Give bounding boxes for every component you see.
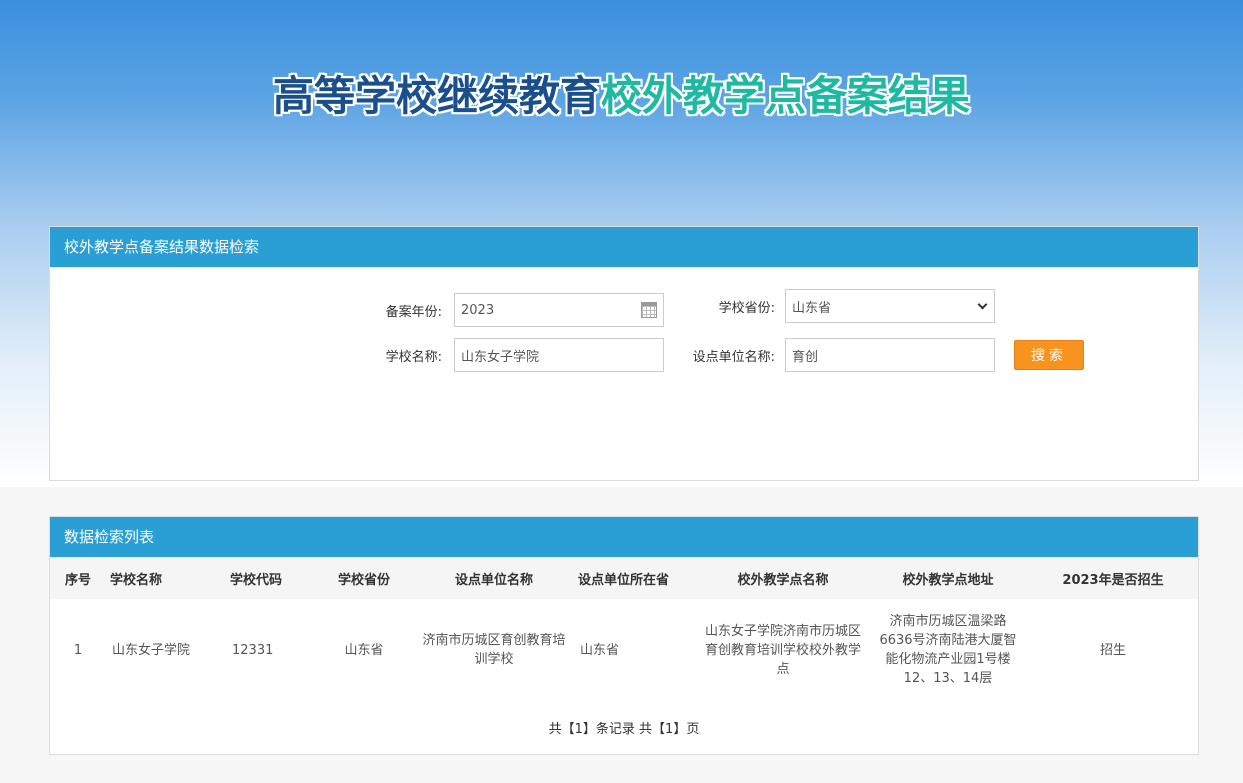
search-panel-title: 校外教学点备案结果数据检索	[50, 227, 1198, 267]
cell-school-code: 12331	[232, 642, 274, 658]
col-enrolling: 2023年是否招生	[1028, 557, 1198, 599]
school-name-value: 山东女子学院	[461, 349, 540, 365]
col-unit-province: 设点单位所在省	[574, 557, 698, 599]
cell-site-name: 山东女子学院济南市历城区育创教育培训学校校外教学点	[704, 623, 861, 677]
chevron-down-icon	[977, 299, 988, 310]
calendar-icon[interactable]	[641, 302, 657, 318]
year-label: 备案年份:	[385, 304, 442, 320]
page-title-part2: 校外教学点备案结果	[601, 72, 970, 120]
unit-name-value: 育创	[792, 349, 819, 365]
year-value: 2023	[461, 302, 495, 318]
cell-enrolling: 招生	[1099, 642, 1126, 658]
cell-school-name: 山东女子学院	[112, 642, 191, 658]
school-name-input[interactable]: 山东女子学院	[454, 338, 664, 372]
col-school-name: 学校名称	[106, 557, 226, 599]
province-row: 学校省份: 山东省	[680, 289, 995, 323]
result-list-panel: 数据检索列表 序号 学校名称 学校代码 学校省份 设点单位名称 设点单位所在省 …	[49, 516, 1199, 755]
year-row: 备案年份: 2023	[350, 293, 664, 327]
unit-row: 设点单位名称: 育创	[680, 338, 995, 372]
page-title: 高等学校继续教育校外教学点备案结果	[0, 62, 1243, 122]
pagination-info: 共【1】条记录 共【1】页	[548, 722, 700, 737]
province-value: 山东省	[792, 300, 832, 316]
col-unit-name: 设点单位名称	[414, 557, 574, 599]
col-school-code: 学校代码	[226, 557, 314, 599]
cell-unit-province: 山东省	[580, 642, 620, 658]
col-site-address: 校外教学点地址	[868, 557, 1028, 599]
col-school-province: 学校省份	[314, 557, 414, 599]
cell-index: 1	[73, 642, 83, 658]
table-header-row: 序号 学校名称 学校代码 学校省份 设点单位名称 设点单位所在省 校外教学点名称…	[50, 557, 1198, 599]
list-panel-title: 数据检索列表	[50, 517, 1198, 557]
cell-site-address: 济南市历城区温梁路6636号济南陆港大厦智能化物流产业园1号楼12、13、14层	[879, 614, 1017, 686]
col-site-name: 校外教学点名称	[698, 557, 868, 599]
school-row: 学校名称: 山东女子学院	[350, 338, 664, 372]
year-input[interactable]: 2023	[454, 293, 664, 327]
province-select[interactable]: 山东省	[785, 289, 995, 323]
page-title-part1: 高等学校继续教育	[273, 72, 601, 120]
school-label: 学校名称:	[385, 349, 442, 365]
result-table: 序号 学校名称 学校代码 学校省份 设点单位名称 设点单位所在省 校外教学点名称…	[50, 557, 1198, 701]
table-row: 1 山东女子学院 12331 山东省 济南市历城区育创教育培训学校 山东省 山东…	[50, 599, 1198, 701]
cell-school-province: 山东省	[344, 642, 384, 658]
search-panel: 校外教学点备案结果数据检索 备案年份: 2023 学校省份: 山东省 学校名称:…	[49, 226, 1199, 481]
search-button[interactable]: 搜索	[1014, 340, 1084, 370]
unit-name-input[interactable]: 育创	[785, 338, 995, 372]
unit-label: 设点单位名称:	[692, 349, 775, 365]
col-index: 序号	[50, 557, 106, 599]
province-label: 学校省份:	[718, 300, 775, 316]
cell-unit-name: 济南市历城区育创教育培训学校	[422, 633, 566, 667]
